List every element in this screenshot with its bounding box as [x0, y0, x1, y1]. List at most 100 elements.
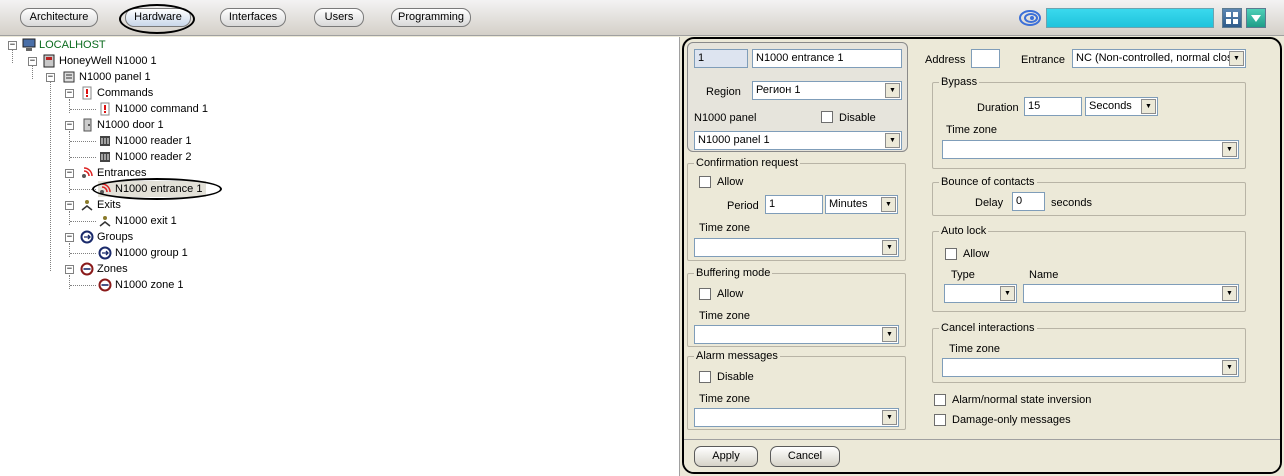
delay-label: Delay	[975, 197, 1004, 209]
tree-line	[70, 109, 96, 110]
alarm-timezone-select[interactable]: ▼	[694, 408, 899, 427]
controller-icon	[43, 54, 55, 68]
tree-line	[69, 275, 70, 289]
damage-only-checkbox[interactable]	[934, 414, 946, 426]
bypass-timezone-select[interactable]: ▼	[942, 140, 1239, 159]
name-field[interactable]: N1000 entrance 1	[752, 49, 902, 68]
zone-icon	[98, 278, 112, 292]
chevron-down-icon: ▼	[1222, 286, 1237, 301]
alarm-messages-title: Alarm messages	[694, 349, 780, 363]
tree-item-zones[interactable]: Zones	[80, 261, 128, 277]
autolock-allow-checkbox[interactable]	[945, 248, 957, 260]
computer-icon	[22, 38, 36, 52]
buffering-allow-label: Allow	[717, 288, 744, 300]
action-bar: Apply Cancel	[684, 439, 1280, 472]
delay-field[interactable]: 0	[1012, 192, 1045, 211]
panel-disable-label: Disable	[839, 112, 876, 124]
chevron-down-icon: ▼	[881, 197, 896, 212]
collapse-toggle[interactable]: −	[65, 169, 74, 178]
chevron-down-icon: ▼	[882, 410, 897, 425]
entrance-type-select[interactable]: NC (Non-controlled, normal close ▼	[1072, 49, 1246, 68]
id-field[interactable]: 1	[694, 49, 748, 68]
tree-item-command[interactable]: N1000 command 1	[98, 101, 208, 117]
collapse-toggle[interactable]: −	[65, 89, 74, 98]
tree-item-door[interactable]: N1000 door 1	[80, 117, 164, 133]
bounce-contacts-group: Bounce of contacts Delay 0 seconds	[932, 175, 1246, 216]
status-bar-field	[1046, 8, 1214, 28]
collapse-toggle[interactable]: −	[65, 201, 74, 210]
panel-select[interactable]: N1000 panel 1 ▼	[694, 131, 902, 150]
tab-interfaces[interactable]: Interfaces	[220, 8, 286, 27]
address-field[interactable]	[971, 49, 1000, 68]
collapse-toggle[interactable]: −	[46, 73, 55, 82]
duration-unit-select[interactable]: Seconds ▼	[1085, 97, 1158, 116]
tree-line	[70, 253, 96, 254]
autolock-name-select[interactable]: ▼	[1023, 284, 1239, 303]
cancel-interactions-group: Cancel interactions Time zone ▼	[932, 321, 1246, 383]
tree-item-exits[interactable]: Exits	[80, 197, 121, 213]
tree-item-localhost[interactable]: LOCALHOST	[22, 37, 106, 53]
minimize-button[interactable]	[1246, 8, 1266, 28]
panel-disable-checkbox[interactable]	[821, 111, 833, 123]
alarm-disable-checkbox[interactable]	[699, 371, 711, 383]
auto-lock-title: Auto lock	[939, 224, 989, 238]
collapse-toggle[interactable]: −	[8, 41, 17, 50]
chevron-down-icon: ▼	[882, 240, 897, 255]
confirmation-allow-checkbox[interactable]	[699, 176, 711, 188]
tree-line	[12, 49, 13, 63]
collapse-toggle[interactable]: −	[65, 233, 74, 242]
apply-button[interactable]: Apply	[694, 446, 758, 467]
autolock-name-label: Name	[1029, 269, 1059, 281]
tab-users[interactable]: Users	[314, 8, 364, 27]
confirmation-request-title: Confirmation request	[694, 156, 801, 170]
alarm-disable-label: Disable	[717, 371, 754, 383]
inversion-checkbox[interactable]	[934, 394, 946, 406]
autolock-type-select[interactable]: ▼	[944, 284, 1017, 303]
chevron-down-icon	[1251, 15, 1261, 22]
exit-person-icon	[81, 200, 93, 211]
tree-item-commands[interactable]: Commands	[80, 85, 153, 101]
tree-item-exit[interactable]: N1000 exit 1	[98, 213, 177, 229]
tree-item-reader-1[interactable]: N1000 reader 1	[98, 133, 191, 149]
buffering-mode-title: Buffering mode	[694, 266, 773, 280]
buffering-timezone-select[interactable]: ▼	[694, 325, 899, 344]
collapse-toggle[interactable]: −	[65, 265, 74, 274]
period-field[interactable]: 1	[765, 195, 823, 214]
tree-line	[69, 179, 70, 193]
layout-grid-button[interactable]	[1222, 8, 1242, 28]
collapse-toggle[interactable]: −	[65, 121, 74, 130]
top-toolbar: Architecture Hardware Interfaces Users P…	[0, 0, 1284, 36]
tree-item-zone[interactable]: N1000 zone 1	[98, 277, 184, 293]
confirmation-timezone-label: Time zone	[699, 222, 750, 234]
chevron-down-icon: ▼	[1222, 142, 1237, 157]
period-label: Period	[727, 200, 759, 212]
cancel-button[interactable]: Cancel	[770, 446, 840, 467]
entrance-signal-icon	[100, 183, 111, 195]
confirmation-timezone-select[interactable]: ▼	[694, 238, 899, 257]
bypass-group: Bypass Duration 15 Seconds ▼ Time zone ▼	[932, 75, 1246, 169]
autolock-allow-label: Allow	[963, 248, 990, 260]
chevron-down-icon: ▼	[1141, 99, 1156, 114]
buffering-allow-checkbox[interactable]	[699, 288, 711, 300]
cancel-timezone-select[interactable]: ▼	[942, 358, 1239, 377]
tree-item-honeywell[interactable]: HoneyWell N1000 1	[42, 53, 157, 69]
autolock-type-label: Type	[951, 269, 975, 281]
tab-architecture[interactable]: Architecture	[20, 8, 98, 27]
duration-field[interactable]: 15	[1024, 97, 1082, 116]
period-unit-select[interactable]: Minutes ▼	[825, 195, 898, 214]
tree-item-entrances[interactable]: Entrances	[80, 165, 147, 181]
alarm-timezone-label: Time zone	[699, 393, 750, 405]
tab-programming[interactable]: Programming	[391, 8, 471, 27]
hardware-tree[interactable]: − LOCALHOST − HoneyWell N1000 1 − N1000 …	[0, 37, 680, 476]
tree-item-groups[interactable]: Groups	[80, 229, 133, 245]
tree-item-panel[interactable]: N1000 panel 1	[62, 69, 151, 85]
tree-item-reader-2[interactable]: N1000 reader 2	[98, 149, 191, 165]
exclamation-icon	[100, 102, 110, 116]
entrance-signal-icon	[82, 167, 93, 179]
tree-item-group[interactable]: N1000 group 1	[98, 245, 188, 261]
duration-label: Duration	[977, 102, 1019, 114]
tree-item-entrance-selected[interactable]: N1000 entrance 1	[98, 181, 207, 197]
region-select[interactable]: Регион 1 ▼	[752, 81, 902, 100]
collapse-toggle[interactable]: −	[28, 57, 37, 66]
tab-hardware[interactable]: Hardware	[125, 8, 191, 27]
